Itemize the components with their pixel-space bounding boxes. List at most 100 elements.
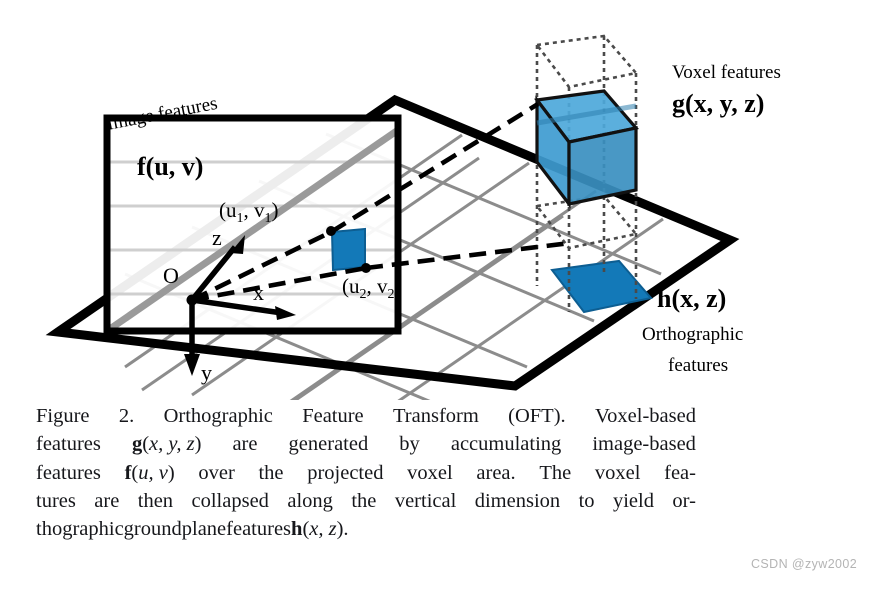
caption-word: Feature [302,402,363,430]
caption-word: dimension [475,487,560,515]
caption-text: to [578,489,595,512]
caption-word: the [351,487,376,515]
caption-text: dimension [474,489,561,512]
caption-text: ). [336,518,349,541]
projected-patch [330,227,366,272]
caption-line: features g(x, y, z) are generated by accumula… [36,430,696,458]
diagram-svg: Image features f(u, v) Voxel features g(… [45,34,781,400]
caption-word: Orthographic [164,402,273,430]
caption-math: g [131,433,143,456]
caption-text: features [226,518,292,541]
caption-text: yield [612,489,654,512]
caption-word: g(x, y, z) [132,430,201,458]
caption-word: the [258,459,283,487]
caption-word: then [138,487,173,515]
label-axis-x: x [253,280,264,305]
caption-word: are [232,430,257,458]
coord2-open: (u [342,274,360,298]
caption-word: features [36,430,101,458]
label-orthographic-line2: features [668,355,728,376]
caption-text: image-based [592,433,696,456]
caption-word: h(x, z). [291,518,349,540]
caption-text: along [287,489,333,512]
caption-word: along [287,487,333,515]
figure-caption: Figure 2. Orthographic Feature Transform (OFT… [36,402,696,543]
caption-text: vertical [394,489,457,512]
caption-word: are [94,487,119,515]
label-axis-y: y [201,360,212,385]
coord2-sub2: 2 [388,287,395,302]
caption-line: features f(u, v) over the projected voxel area… [36,459,696,487]
caption-text: Voxel-based [594,405,696,427]
caption-word: projected [307,459,383,487]
caption-word: image-based [592,430,696,458]
caption-text: Feature [302,405,364,427]
caption-text: are [232,433,258,456]
caption-text: voxel [594,461,641,484]
patch-corner-u2v2 [361,263,371,273]
label-orthographic-line1: Orthographic [642,324,743,345]
label-voxel-features: Voxel features [672,62,781,83]
caption-line: Figure 2. Orthographic Feature Transform (OFT… [36,402,696,430]
caption-text: The [539,461,572,484]
caption-word: yield [613,487,654,515]
caption-math: x, z [309,518,337,541]
caption-text: ) [194,433,202,456]
caption-word: vertical [395,487,456,515]
caption-text: features [36,433,101,456]
caption-text: projected [307,461,384,484]
caption-text: ground [123,518,182,541]
caption-text: by [399,433,420,456]
figure-page: Image features f(u, v) Voxel features g(… [0,0,883,592]
caption-text: Figure [36,405,90,427]
caption-word: fea- [664,459,696,487]
caption-word: Figure [36,402,90,430]
caption-line: tures are then collapsed along the vertical dim… [36,487,696,515]
coord2-close: ) [395,274,402,298]
caption-text: voxel [407,461,453,484]
caption-line: thographicgroundplanefeaturesh(x, z). [36,515,696,543]
caption-word: over [198,459,234,487]
caption-word: features [36,459,101,487]
caption-text: ) [167,461,175,484]
caption-math: x, y, z [149,433,195,456]
label-axis-z: z [212,225,222,250]
caption-text: thographic [36,518,124,541]
caption-word: collapsed [192,487,269,515]
oft-diagram: Image features f(u, v) Voxel features g(… [0,0,883,400]
caption-text: features [36,461,101,484]
caption-word: by [399,430,420,458]
caption-text: the [258,461,284,484]
coord2-mid: , v [367,274,389,298]
caption-word: to [579,487,595,515]
coord1-sub1: 1 [237,211,244,226]
caption-text: tures [36,489,76,512]
caption-word: Transform [393,402,479,430]
projected-patch-group [330,227,366,272]
caption-math: u, v [138,461,168,484]
label-orthographic-function: h(x, z) [657,284,726,313]
caption-word: thographic [36,518,124,540]
patch-corner-u1v1 [326,226,336,236]
coord1-mid: , v [244,198,266,222]
caption-word: accumulating [451,430,561,458]
coord2-sub1: 2 [360,287,367,302]
caption-word: plane [182,518,226,540]
caption-word: ground [124,518,182,540]
caption-text: ( [142,433,150,456]
caption-text: or- [672,489,696,512]
caption-text: area. [476,461,516,484]
caption-word: voxel [595,459,641,487]
caption-text: over [198,461,235,484]
voxel-column-top-face [534,34,639,89]
caption-text: collapsed [191,489,269,512]
caption-word: (OFT). [508,402,566,430]
caption-word: 2. [119,402,134,430]
caption-word: features [226,518,291,540]
voxel-cube-right-face [567,126,638,206]
caption-text: accumulating [450,433,562,456]
caption-word: or- [672,487,696,515]
caption-word: voxel [407,459,453,487]
caption-text: 2. [118,405,135,427]
coord1-open: (u [219,198,237,222]
